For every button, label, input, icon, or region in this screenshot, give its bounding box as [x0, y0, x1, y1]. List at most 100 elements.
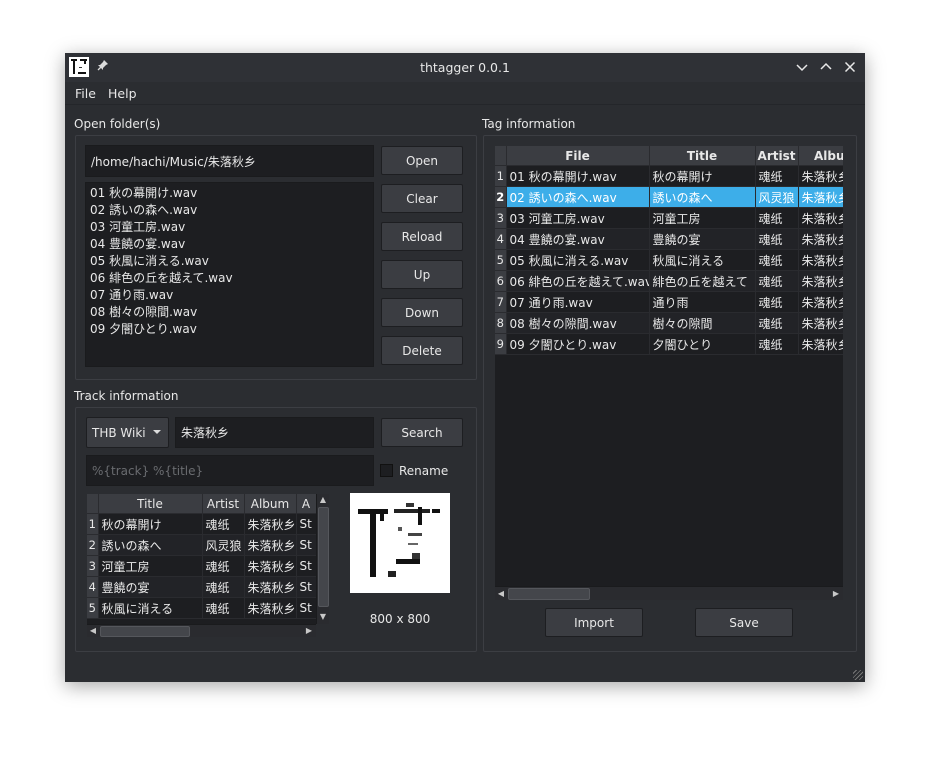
maximize-button[interactable]	[816, 57, 836, 77]
list-item[interactable]: 05 秋風に消える.wav	[86, 253, 373, 270]
cell-title: 誘いの森へ	[649, 186, 756, 208]
cell-a: St	[296, 576, 316, 598]
reload-button[interactable]: Reload	[381, 222, 463, 251]
table-row[interactable]: 202 誘いの森へ.wav誘いの森へ风灵狼朱落秋乡	[495, 186, 843, 208]
track-info-label: Track information	[74, 389, 179, 403]
column-header-artist[interactable]: Artist	[202, 494, 245, 514]
list-item[interactable]: 08 樹々の隙間.wav	[86, 304, 373, 321]
cell-artist: 魂纸	[755, 207, 799, 229]
cell-album: 朱落秋乡	[798, 249, 843, 271]
column-header-title[interactable]: Title	[98, 494, 203, 514]
scroll-right-icon[interactable]: ▶	[830, 588, 842, 600]
row-number: 9	[495, 333, 507, 355]
track-table-vscrollbar[interactable]: ▲ ▼	[316, 494, 329, 624]
cell-title: 誘いの森へ	[98, 534, 203, 556]
title-bar[interactable]: thtagger 0.0.1	[65, 53, 865, 82]
table-row[interactable]: 303 河童工房.wav河童工房魂纸朱落秋乡	[495, 207, 843, 229]
table-row[interactable]: 1 秋の幕開け 魂纸 朱落秋乡 St	[87, 513, 316, 535]
resize-grip-icon[interactable]	[853, 670, 863, 680]
cell-artist: 魂纸	[202, 576, 245, 598]
cell-artist: 魂纸	[755, 165, 799, 187]
save-button[interactable]: Save	[695, 608, 793, 637]
list-item[interactable]: 03 河童工房.wav	[86, 219, 373, 236]
scroll-right-icon[interactable]: ▶	[303, 625, 315, 637]
cell-file: 02 誘いの森へ.wav	[506, 186, 650, 208]
tag-table-hscroll-thumb[interactable]	[508, 588, 590, 600]
table-row[interactable]: 606 緋色の丘を越えて.wav緋色の丘を越えて魂纸朱落秋乡	[495, 270, 843, 292]
tag-column-header-title[interactable]: Title	[649, 146, 756, 166]
row-header-corner	[87, 494, 99, 514]
import-button[interactable]: Import	[545, 608, 643, 637]
chevron-down-icon	[796, 64, 808, 72]
table-row[interactable]: 5 秋風に消える 魂纸 朱落秋乡 St	[87, 597, 316, 619]
close-button[interactable]	[840, 57, 860, 77]
delete-button[interactable]: Delete	[381, 336, 463, 365]
track-results-table[interactable]: Title Artist Album A 1 秋の幕開け 魂纸 朱落秋乡 St 2 誘いの森…	[87, 494, 316, 624]
track-table-hscrollbar[interactable]: ◀ ▶	[87, 624, 316, 637]
tag-column-header-album[interactable]: Album	[798, 146, 843, 166]
cell-title: 秋風に消える	[649, 249, 756, 271]
table-row[interactable]: 4 豊饒の宴 魂纸 朱落秋乡 St	[87, 576, 316, 598]
table-row[interactable]: 101 秋の幕開け.wav秋の幕開け魂纸朱落秋乡	[495, 165, 843, 187]
column-header-album[interactable]: Album	[244, 494, 297, 514]
cell-file: 04 豊饒の宴.wav	[506, 228, 650, 250]
scroll-up-icon[interactable]: ▲	[317, 494, 329, 506]
table-row[interactable]: 2 誘いの森へ 风灵狼 朱落秋乡 St	[87, 534, 316, 556]
table-row[interactable]: 808 樹々の隙間.wav樹々の隙間魂纸朱落秋乡	[495, 312, 843, 334]
cell-title: 豊饒の宴	[649, 228, 756, 250]
scroll-down-icon[interactable]: ▼	[317, 611, 329, 623]
track-table-hscroll-thumb[interactable]	[100, 626, 190, 637]
cell-title: 豊饒の宴	[98, 576, 203, 598]
open-folder-label: Open folder(s)	[74, 117, 161, 131]
list-item[interactable]: 01 秋の幕開け.wav	[86, 185, 373, 202]
chevron-up-icon	[820, 62, 832, 70]
cell-album: 朱落秋乡	[244, 555, 297, 577]
tag-column-header-artist[interactable]: Artist	[755, 146, 799, 166]
table-row[interactable]: 707 通り雨.wav通り雨魂纸朱落秋乡	[495, 291, 843, 313]
file-list[interactable]: 01 秋の幕開け.wav 02 誘いの森へ.wav 03 河童工房.wav 04 豊饒…	[85, 182, 374, 367]
table-row[interactable]: 404 豊饒の宴.wav豊饒の宴魂纸朱落秋乡	[495, 228, 843, 250]
clear-button[interactable]: Clear	[381, 184, 463, 213]
source-select[interactable]: THB Wiki	[86, 417, 169, 448]
folder-path-field[interactable]: /home/hachi/Music/朱落秋乡	[85, 145, 374, 177]
rename-checkbox[interactable]	[380, 464, 393, 477]
row-number: 3	[87, 555, 99, 577]
tag-table[interactable]: File Title Artist Album 101 秋の幕開け.wav秋の幕…	[495, 146, 843, 586]
list-item[interactable]: 02 誘いの森へ.wav	[86, 202, 373, 219]
list-item[interactable]: 09 夕闇ひとり.wav	[86, 321, 373, 338]
track-table-vscroll-thumb[interactable]	[318, 507, 329, 607]
list-item[interactable]: 06 緋色の丘を越えて.wav	[86, 270, 373, 287]
minimize-button[interactable]	[792, 57, 812, 77]
tag-column-header-file[interactable]: File	[506, 146, 650, 166]
list-item[interactable]: 07 通り雨.wav	[86, 287, 373, 304]
table-row[interactable]: 505 秋風に消える.wav秋風に消える魂纸朱落秋乡	[495, 249, 843, 271]
cell-title: 秋の幕開け	[98, 513, 203, 535]
search-button[interactable]: Search	[381, 418, 463, 447]
cell-album: 朱落秋乡	[798, 165, 843, 187]
scroll-left-icon[interactable]: ◀	[495, 588, 507, 600]
rename-pattern-field[interactable]: %{track} %{title}	[86, 455, 374, 486]
down-button[interactable]: Down	[381, 298, 463, 327]
tag-info-label: Tag information	[482, 117, 576, 131]
cell-file: 08 樹々の隙間.wav	[506, 312, 650, 334]
row-number: 3	[495, 207, 507, 229]
table-row[interactable]: 909 夕闇ひとり.wav夕闇ひとり魂纸朱落秋乡	[495, 333, 843, 355]
menu-help[interactable]: Help	[108, 86, 137, 101]
cell-album: 朱落秋乡	[244, 597, 297, 619]
open-button[interactable]: Open	[381, 146, 463, 175]
scroll-left-icon[interactable]: ◀	[87, 625, 99, 637]
menu-file[interactable]: File	[75, 86, 96, 101]
cover-size-label: 800 x 800	[369, 612, 431, 626]
search-query-field[interactable]: 朱落秋乡	[175, 417, 374, 448]
cell-album: 朱落秋乡	[798, 228, 843, 250]
tag-table-hscrollbar[interactable]: ◀ ▶	[495, 586, 843, 600]
column-header-a[interactable]: A	[296, 494, 316, 514]
cell-album: 朱落秋乡	[798, 291, 843, 313]
table-row[interactable]: 3 河童工房 魂纸 朱落秋乡 St	[87, 555, 316, 577]
cell-album: 朱落秋乡	[244, 513, 297, 535]
list-item[interactable]: 04 豊饒の宴.wav	[86, 236, 373, 253]
up-button[interactable]: Up	[381, 260, 463, 289]
row-number: 1	[495, 165, 507, 187]
row-number: 6	[495, 270, 507, 292]
row-number: 5	[87, 597, 99, 619]
